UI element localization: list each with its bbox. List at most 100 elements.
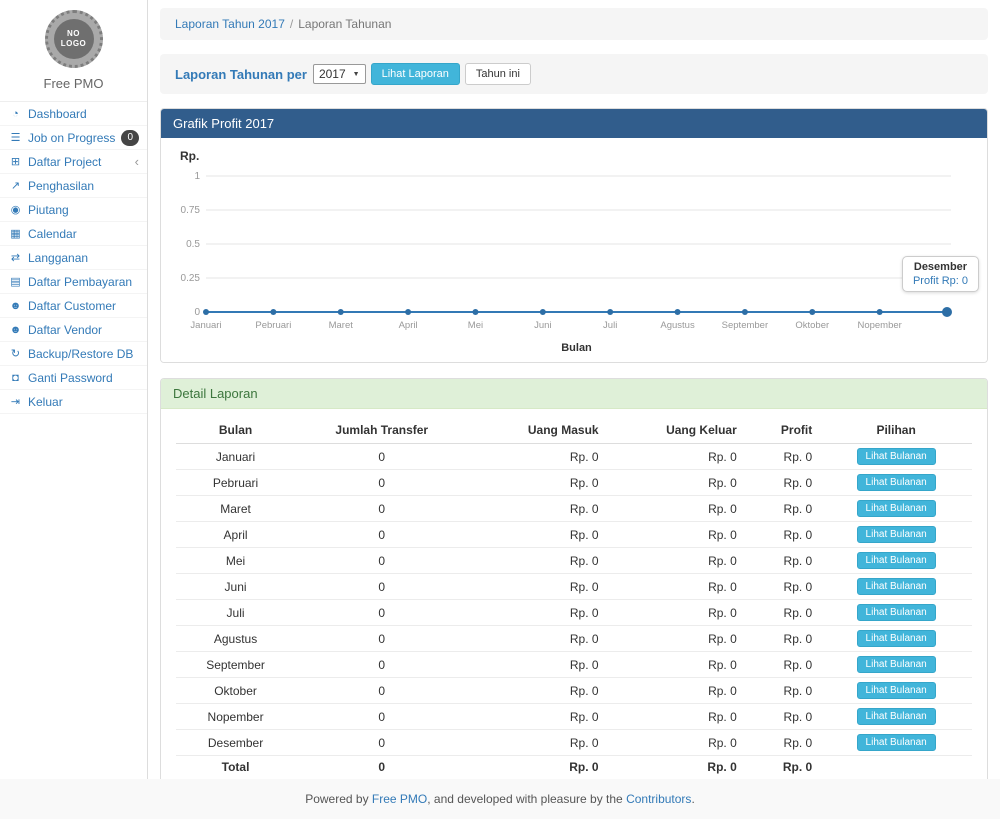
sidebar-item-daftar-vendor[interactable]: ☻Daftar Vendor: [0, 318, 147, 342]
sidebar-item-daftar-project[interactable]: ⊞Daftar Project‹: [0, 150, 147, 174]
lihat-bulanan-button-maret[interactable]: Lihat Bulanan: [857, 500, 936, 517]
lihat-bulanan-button-oktober[interactable]: Lihat Bulanan: [857, 682, 936, 699]
year-select[interactable]: 2017 ▼: [313, 64, 366, 84]
lihat-bulanan-button-september[interactable]: Lihat Bulanan: [857, 656, 936, 673]
cell-jumlah_transfer: 0: [295, 444, 468, 470]
profit-line-chart: Rp.10.750.50.250JanuariPebruariMaretApri…: [176, 146, 971, 358]
lihat-bulanan-button-januari[interactable]: Lihat Bulanan: [857, 448, 936, 465]
sidebar-item-backup-restore-db[interactable]: ↻Backup/Restore DB: [0, 342, 147, 366]
lihat-bulanan-button-juli[interactable]: Lihat Bulanan: [857, 604, 936, 621]
cell-uang_keluar: Rp. 0: [607, 704, 745, 730]
cell-uang_masuk: Rp. 0: [468, 678, 606, 704]
cell-uang_masuk: Rp. 0: [468, 444, 606, 470]
sidebar-item-label: Keluar: [28, 395, 139, 409]
cell-bulan: Januari: [176, 444, 295, 470]
sidebar-item-label: Piutang: [28, 203, 139, 217]
sidebar-item-piutang[interactable]: ◉Piutang: [0, 198, 147, 222]
cell-profit: Rp. 0: [745, 704, 820, 730]
lihat-bulanan-button-april[interactable]: Lihat Bulanan: [857, 526, 936, 543]
breadcrumb-current: Laporan Tahunan: [298, 17, 391, 31]
table-row-mei: Mei0Rp. 0Rp. 0Rp. 0Lihat Bulanan: [176, 548, 972, 574]
chart-point-agustus[interactable]: [675, 309, 681, 315]
chart-point-januari[interactable]: [203, 309, 209, 315]
sidebar-item-daftar-pembayaran[interactable]: ▤Daftar Pembayaran: [0, 270, 147, 294]
payment-icon: ▤: [8, 275, 23, 288]
x-axis-label: Bulan: [561, 342, 592, 354]
sidebar-item-langganan[interactable]: ⇄Langganan: [0, 246, 147, 270]
chart-tooltip: Desember Profit Rp: 0: [902, 256, 979, 292]
sidebar-item-keluar[interactable]: ⇥Keluar: [0, 390, 147, 414]
project-table-icon: ⊞: [8, 155, 23, 168]
profit-chart-panel: Grafik Profit 2017 Rp.10.750.50.250Janua…: [160, 108, 988, 363]
table-row-pebruari: Pebruari0Rp. 0Rp. 0Rp. 0Lihat Bulanan: [176, 470, 972, 496]
sidebar-item-daftar-customer[interactable]: ☻Daftar Customer: [0, 294, 147, 318]
cell-profit: Rp. 0: [745, 678, 820, 704]
table-row-juli: Juli0Rp. 0Rp. 0Rp. 0Lihat Bulanan: [176, 600, 972, 626]
cell-pilihan: Lihat Bulanan: [820, 626, 972, 652]
cell-bulan: Juli: [176, 600, 295, 626]
detail-panel-title: Detail Laporan: [161, 379, 987, 409]
lihat-bulanan-button-juni[interactable]: Lihat Bulanan: [857, 578, 936, 595]
dashboard-icon: ◔: [8, 108, 23, 120]
tahun-ini-button[interactable]: Tahun ini: [465, 63, 531, 85]
cell-bulan: September: [176, 652, 295, 678]
chart-point-juni[interactable]: [540, 309, 546, 315]
cell-uang_masuk: Rp. 0: [468, 756, 606, 779]
cell-bulan: Agustus: [176, 626, 295, 652]
breadcrumb-link-laporan-tahun[interactable]: Laporan Tahun 2017: [175, 17, 285, 31]
lihat-bulanan-button-pebruari[interactable]: Lihat Bulanan: [857, 474, 936, 491]
x-tick-label: April: [399, 320, 418, 331]
sidebar-item-calendar[interactable]: ▦Calendar: [0, 222, 147, 246]
x-tick-label: Nopember: [857, 320, 901, 331]
cell-pilihan: Lihat Bulanan: [820, 470, 972, 496]
x-tick-label: Agustus: [660, 320, 695, 331]
x-tick-label: Januari: [190, 320, 221, 331]
year-select-value: 2017: [319, 67, 346, 81]
cell-uang_keluar: Rp. 0: [607, 730, 745, 756]
lihat-bulanan-button-agustus[interactable]: Lihat Bulanan: [857, 630, 936, 647]
breadcrumb: Laporan Tahun 2017/Laporan Tahunan: [160, 8, 988, 40]
sidebar-item-label: Daftar Project: [28, 155, 135, 169]
cell-pilihan: [820, 756, 972, 779]
backup-icon: ↻: [8, 347, 23, 360]
page: NO LOGO Free PMO ◔Dashboard☰Job on Progr…: [0, 0, 1000, 779]
sidebar-item-dashboard[interactable]: ◔Dashboard: [0, 102, 147, 126]
cell-uang_masuk: Rp. 0: [468, 730, 606, 756]
customers-icon: ☻: [8, 300, 23, 312]
cell-profit: Rp. 0: [745, 600, 820, 626]
column-header-profit: Profit: [745, 417, 820, 444]
brand-name: Free PMO: [0, 76, 147, 91]
cell-uang_keluar: Rp. 0: [607, 444, 745, 470]
footer-link-contributors[interactable]: Contributors: [626, 792, 691, 806]
lihat-bulanan-button-mei[interactable]: Lihat Bulanan: [857, 552, 936, 569]
sidebar-item-ganti-password[interactable]: ◘Ganti Password: [0, 366, 147, 390]
chart-point-september[interactable]: [742, 309, 748, 315]
lihat-bulanan-button-nopember[interactable]: Lihat Bulanan: [857, 708, 936, 725]
cell-pilihan: Lihat Bulanan: [820, 444, 972, 470]
chart-point-nopember[interactable]: [877, 309, 883, 315]
chart-point-maret[interactable]: [338, 309, 344, 315]
cell-uang_keluar: Rp. 0: [607, 678, 745, 704]
cell-bulan: Nopember: [176, 704, 295, 730]
chart-point-juli[interactable]: [607, 309, 613, 315]
cell-jumlah_transfer: 0: [295, 522, 468, 548]
chart-point-pebruari[interactable]: [270, 309, 276, 315]
cell-jumlah_transfer: 0: [295, 756, 468, 779]
total-row: Total0Rp. 0Rp. 0Rp. 0: [176, 756, 972, 779]
y-axis-label: Rp.: [180, 149, 199, 163]
logo-text-line1: NO: [67, 29, 80, 39]
chart-point-oktober[interactable]: [809, 309, 815, 315]
sidebar-item-job-on-progress[interactable]: ☰Job on Progress0: [0, 126, 147, 150]
footer-link-free-pmo[interactable]: Free PMO: [372, 792, 427, 806]
cell-uang_keluar: Rp. 0: [607, 626, 745, 652]
sidebar-item-penghasilan[interactable]: ↗Penghasilan: [0, 174, 147, 198]
chart-point-desember[interactable]: [942, 307, 952, 317]
chart-point-april[interactable]: [405, 309, 411, 315]
footer-text-suffix: .: [691, 792, 694, 806]
cell-bulan: Juni: [176, 574, 295, 600]
x-tick-label: September: [722, 320, 768, 331]
lihat-laporan-button[interactable]: Lihat Laporan: [371, 63, 460, 85]
chart-point-mei[interactable]: [472, 309, 478, 315]
lihat-bulanan-button-desember[interactable]: Lihat Bulanan: [857, 734, 936, 751]
count-badge: 0: [121, 130, 139, 146]
